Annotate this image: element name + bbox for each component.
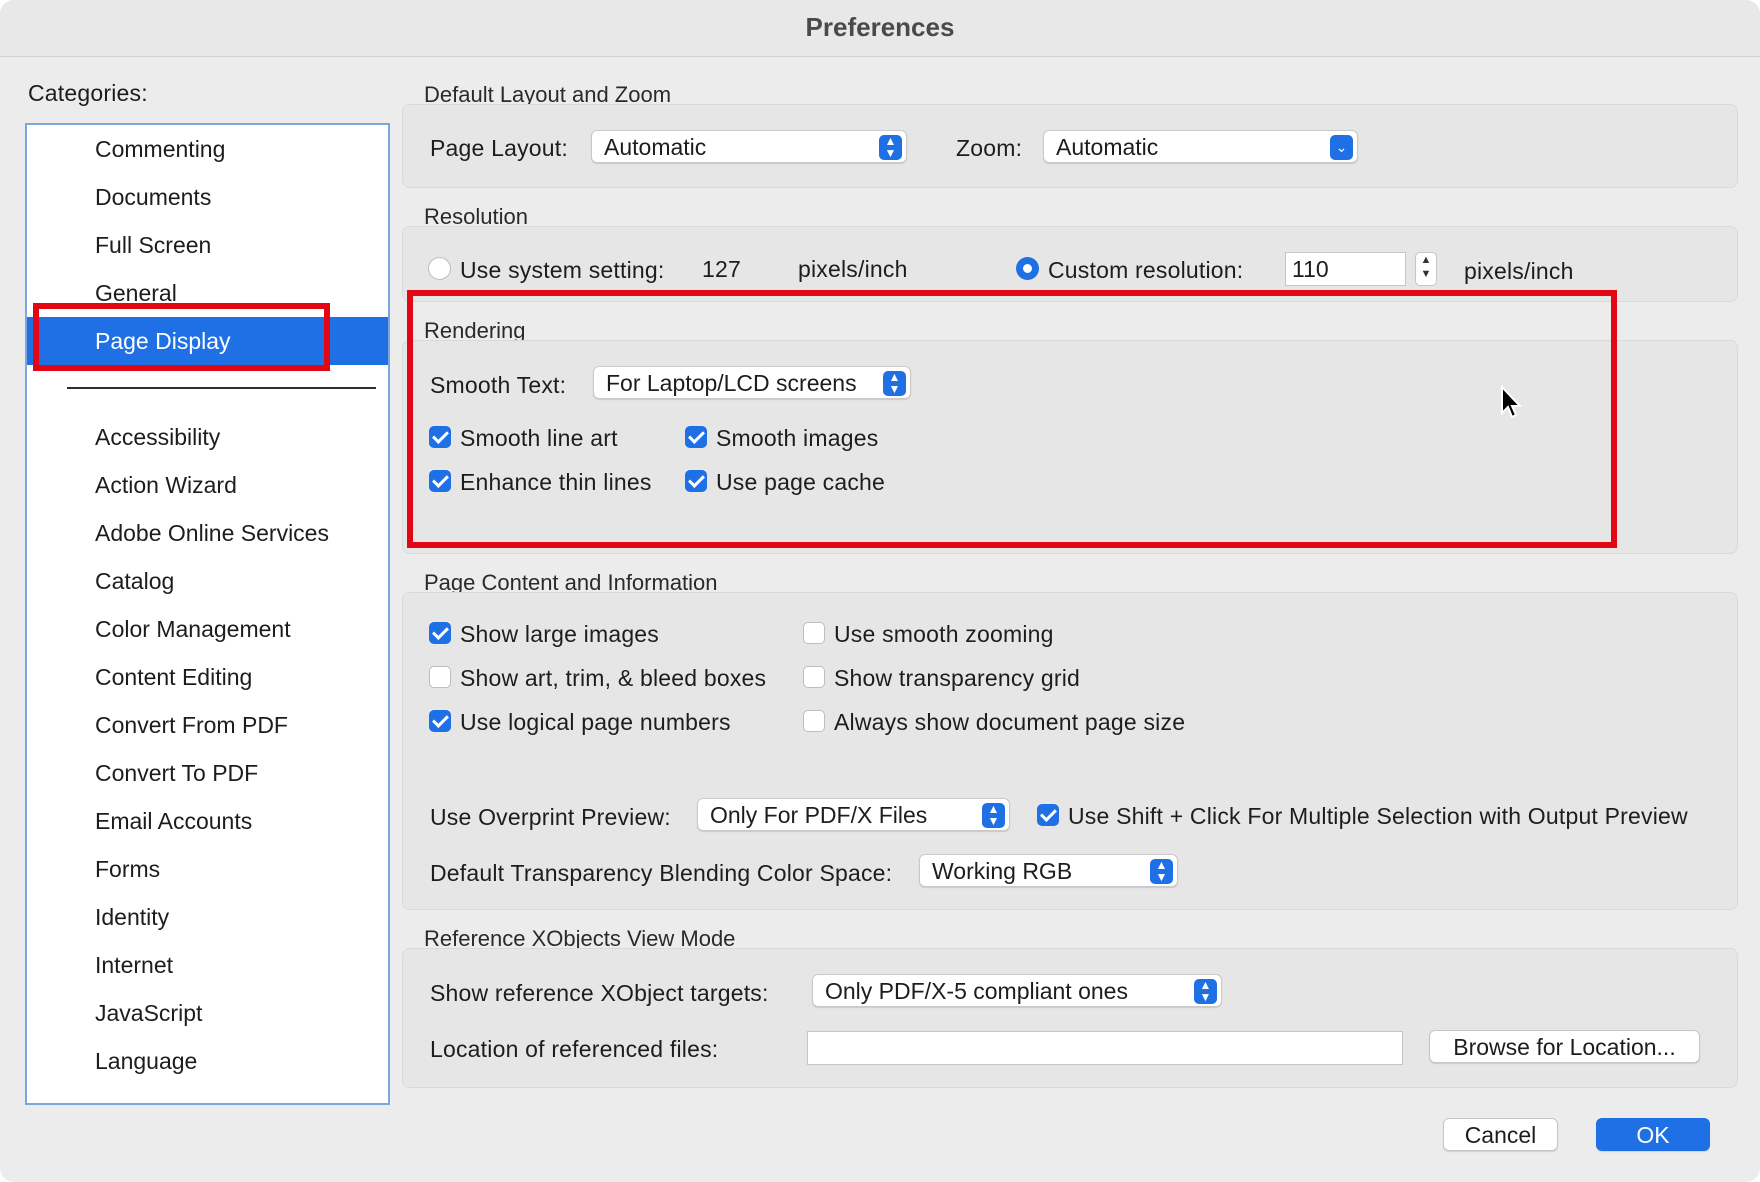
system-setting-radio[interactable]	[428, 257, 451, 280]
zoom-select[interactable]: Automatic ⌄	[1043, 130, 1358, 163]
overprint-value: Only For PDF/X Files	[710, 802, 928, 828]
categories-list[interactable]: Commenting Documents Full Screen General…	[25, 123, 390, 1105]
sidebar-item-internet[interactable]: Internet	[27, 941, 388, 989]
custom-resolution-radio[interactable]	[1016, 257, 1039, 280]
updown-chevron-icon: ▲ ▼	[982, 803, 1005, 828]
use-logical-page-numbers-label: Use logical page numbers	[460, 709, 731, 735]
xobjects-group	[402, 948, 1738, 1088]
zoom-value: Automatic	[1056, 134, 1159, 160]
custom-resolution-input[interactable]: 110	[1285, 252, 1406, 286]
system-setting-label: Use system setting:	[460, 257, 665, 283]
window-title: Preferences	[0, 0, 1760, 57]
sidebar-item-catalog[interactable]: Catalog	[27, 557, 388, 605]
page-layout-value: Automatic	[604, 134, 707, 160]
use-smooth-zooming-label: Use smooth zooming	[834, 621, 1054, 647]
system-setting-value: 127	[702, 256, 741, 282]
sidebar-item-documents[interactable]: Documents	[27, 173, 388, 221]
show-large-images-checkbox[interactable]	[429, 622, 451, 644]
overprint-select[interactable]: Only For PDF/X Files ▲ ▼	[697, 798, 1010, 831]
custom-resolution-stepper[interactable]: ▲ ▼	[1415, 252, 1437, 286]
show-large-images-label: Show large images	[460, 621, 660, 647]
mouse-pointer-icon	[1501, 385, 1523, 419]
xobject-targets-label: Show reference XObject targets:	[430, 980, 769, 1006]
show-transparency-grid-label: Show transparency grid	[834, 665, 1081, 691]
blending-value: Working RGB	[932, 858, 1073, 884]
use-smooth-zooming-checkbox[interactable]	[803, 622, 825, 644]
sidebar-item-forms[interactable]: Forms	[27, 845, 388, 893]
show-boxes-checkbox[interactable]	[429, 666, 451, 688]
categories-heading: Categories:	[28, 80, 148, 106]
system-setting-unit: pixels/inch	[798, 256, 908, 282]
sidebar-item-convert-to-pdf[interactable]: Convert To PDF	[27, 749, 388, 797]
zoom-label: Zoom:	[956, 135, 1023, 161]
sidebar-highlight-box	[33, 303, 330, 371]
location-input[interactable]	[807, 1031, 1403, 1065]
sidebar-item-adobe-online-services[interactable]: Adobe Online Services	[27, 509, 388, 557]
sidebar-item-identity[interactable]: Identity	[27, 893, 388, 941]
sidebar-item-accessibility[interactable]: Accessibility	[27, 413, 388, 461]
shift-click-label: Use Shift + Click For Multiple Selection…	[1068, 803, 1688, 829]
sidebar-item-content-editing[interactable]: Content Editing	[27, 653, 388, 701]
page-layout-select[interactable]: Automatic ▲ ▼	[591, 130, 907, 163]
custom-resolution-unit: pixels/inch	[1464, 258, 1574, 284]
cancel-button[interactable]: Cancel	[1443, 1118, 1558, 1151]
show-boxes-label: Show art, trim, & bleed boxes	[460, 665, 767, 691]
sidebar-item-language[interactable]: Language	[27, 1037, 388, 1085]
xobject-targets-select[interactable]: Only PDF/X-5 compliant ones ▲ ▼	[812, 974, 1222, 1007]
show-transparency-grid-checkbox[interactable]	[803, 666, 825, 688]
ok-button[interactable]: OK	[1596, 1118, 1710, 1151]
sidebar-item-email-accounts[interactable]: Email Accounts	[27, 797, 388, 845]
blending-select[interactable]: Working RGB ▲ ▼	[919, 854, 1178, 887]
always-show-page-size-checkbox[interactable]	[803, 710, 825, 732]
sidebar-item-color-management[interactable]: Color Management	[27, 605, 388, 653]
use-logical-page-numbers-checkbox[interactable]	[429, 710, 451, 732]
page-layout-label: Page Layout:	[430, 135, 568, 161]
sidebar-item-javascript[interactable]: JavaScript	[27, 989, 388, 1037]
browse-location-button[interactable]: Browse for Location...	[1429, 1030, 1700, 1063]
updown-chevron-icon: ▲ ▼	[1194, 979, 1217, 1004]
location-label: Location of referenced files:	[430, 1036, 719, 1062]
updown-chevron-icon: ▲ ▼	[879, 135, 902, 160]
sidebar-item-commenting[interactable]: Commenting	[27, 125, 388, 173]
sidebar-item-full-screen[interactable]: Full Screen	[27, 221, 388, 269]
chevron-down-icon: ⌄	[1330, 135, 1353, 160]
sidebar-item-convert-from-pdf[interactable]: Convert From PDF	[27, 701, 388, 749]
custom-resolution-label: Custom resolution:	[1048, 257, 1244, 283]
preferences-window: Preferences Categories: Commenting Docum…	[0, 0, 1760, 1182]
always-show-page-size-label: Always show document page size	[834, 709, 1186, 735]
overprint-label: Use Overprint Preview:	[430, 804, 671, 830]
updown-chevron-icon: ▲ ▼	[1150, 859, 1173, 884]
sidebar-item-action-wizard[interactable]: Action Wizard	[27, 461, 388, 509]
blending-label: Default Transparency Blending Color Spac…	[430, 860, 893, 886]
rendering-highlight-box	[407, 290, 1617, 548]
shift-click-checkbox[interactable]	[1037, 804, 1059, 826]
xobject-targets-value: Only PDF/X-5 compliant ones	[825, 978, 1128, 1004]
sidebar-divider	[67, 387, 376, 389]
